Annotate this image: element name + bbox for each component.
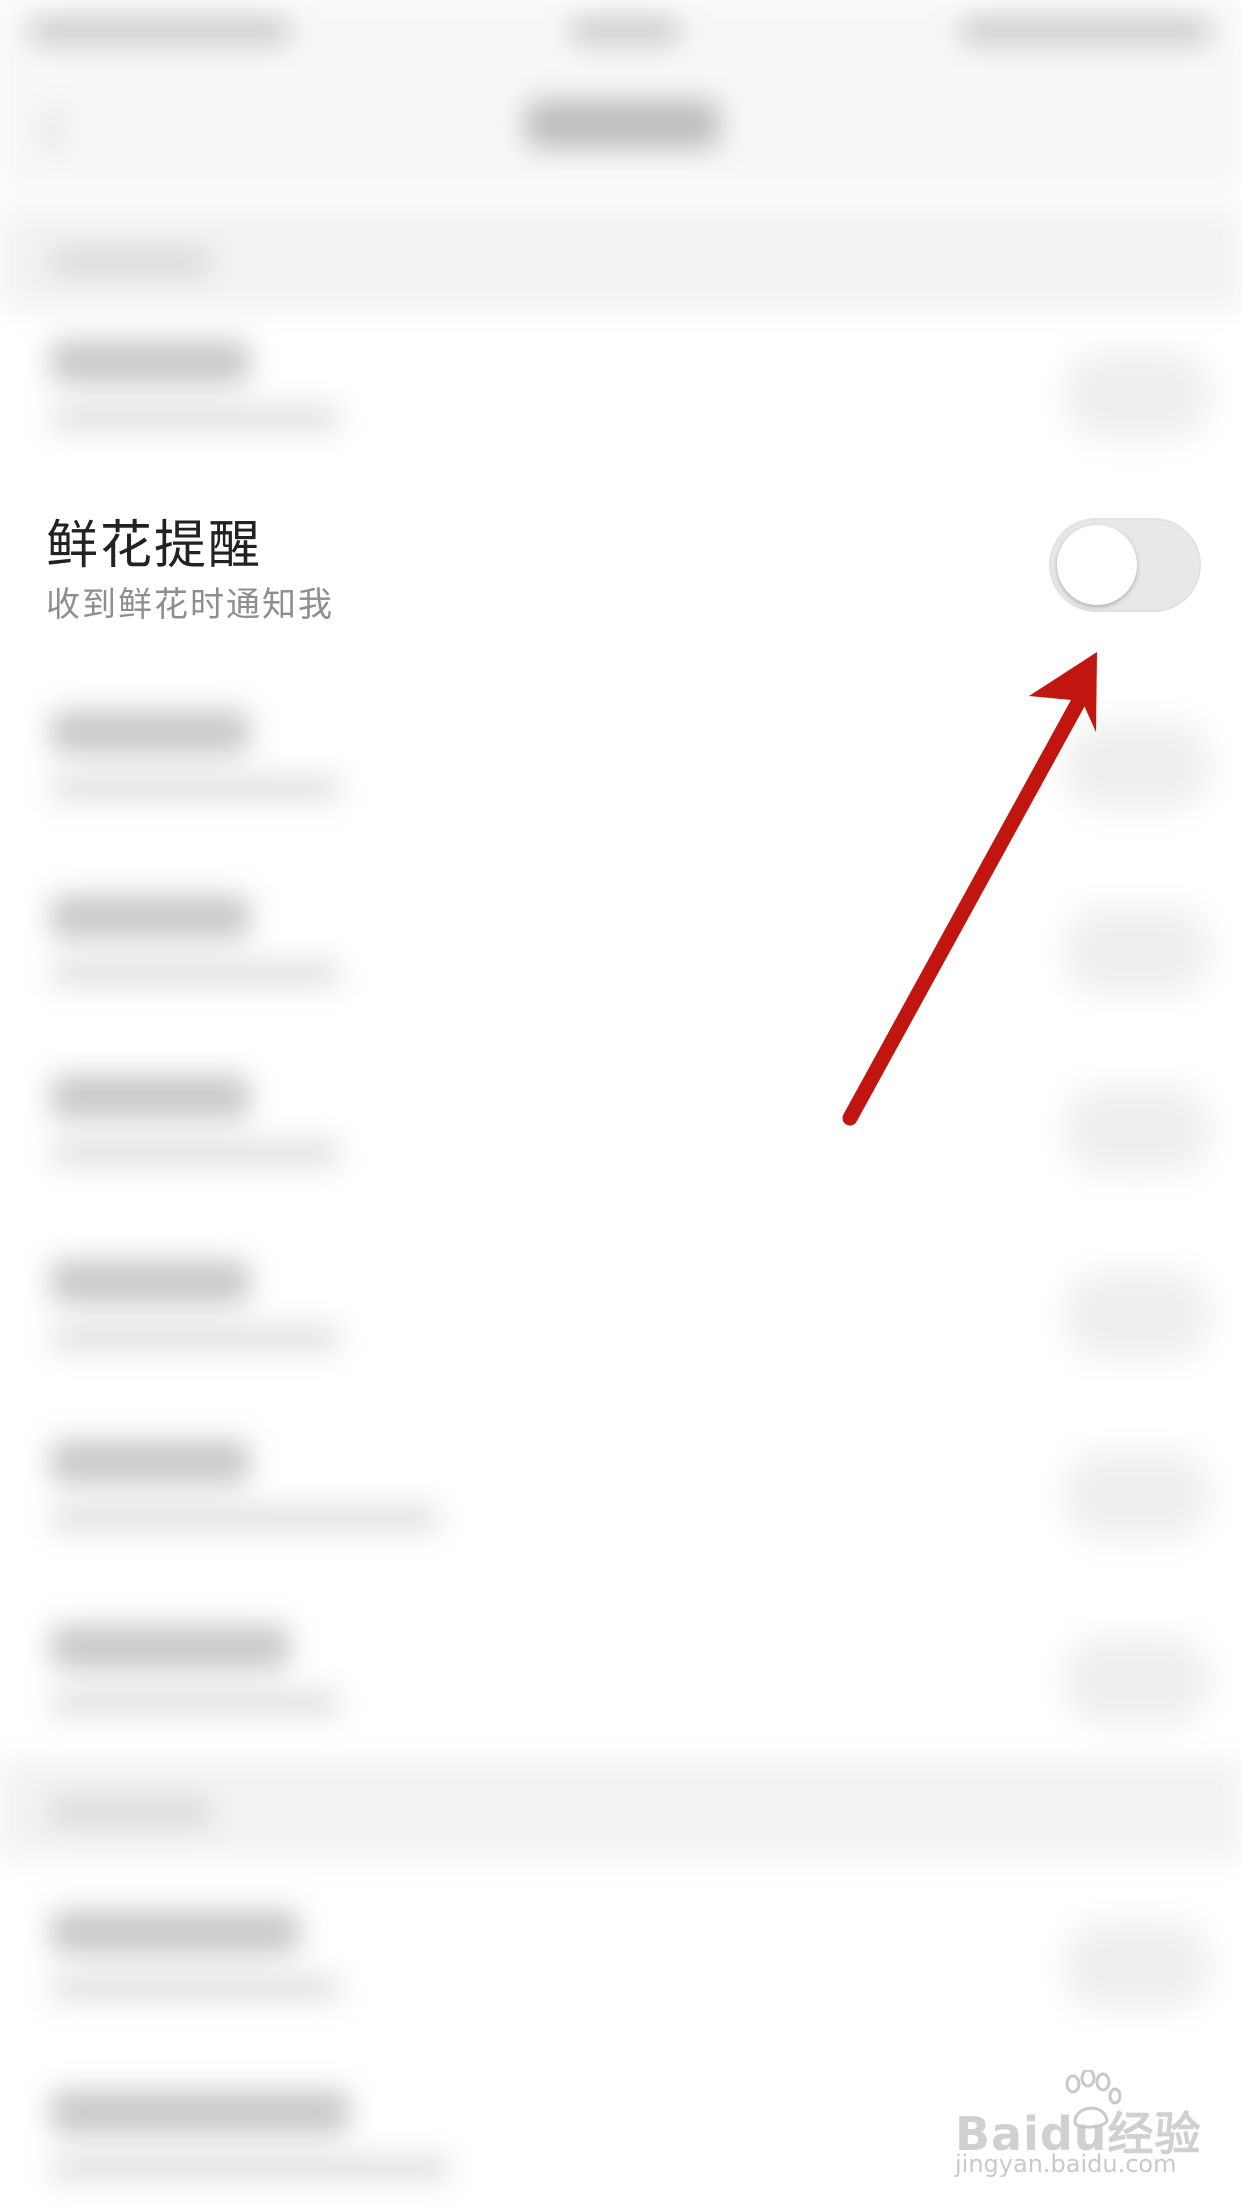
baidu-jingyan-watermark: Baidu经验 jingyan.baidu.com — [955, 2070, 1225, 2190]
watermark-url: jingyan.baidu.com — [955, 2150, 1177, 2178]
annotation-arrow — [842, 652, 1097, 1126]
arrow-shaft — [842, 682, 1093, 1126]
